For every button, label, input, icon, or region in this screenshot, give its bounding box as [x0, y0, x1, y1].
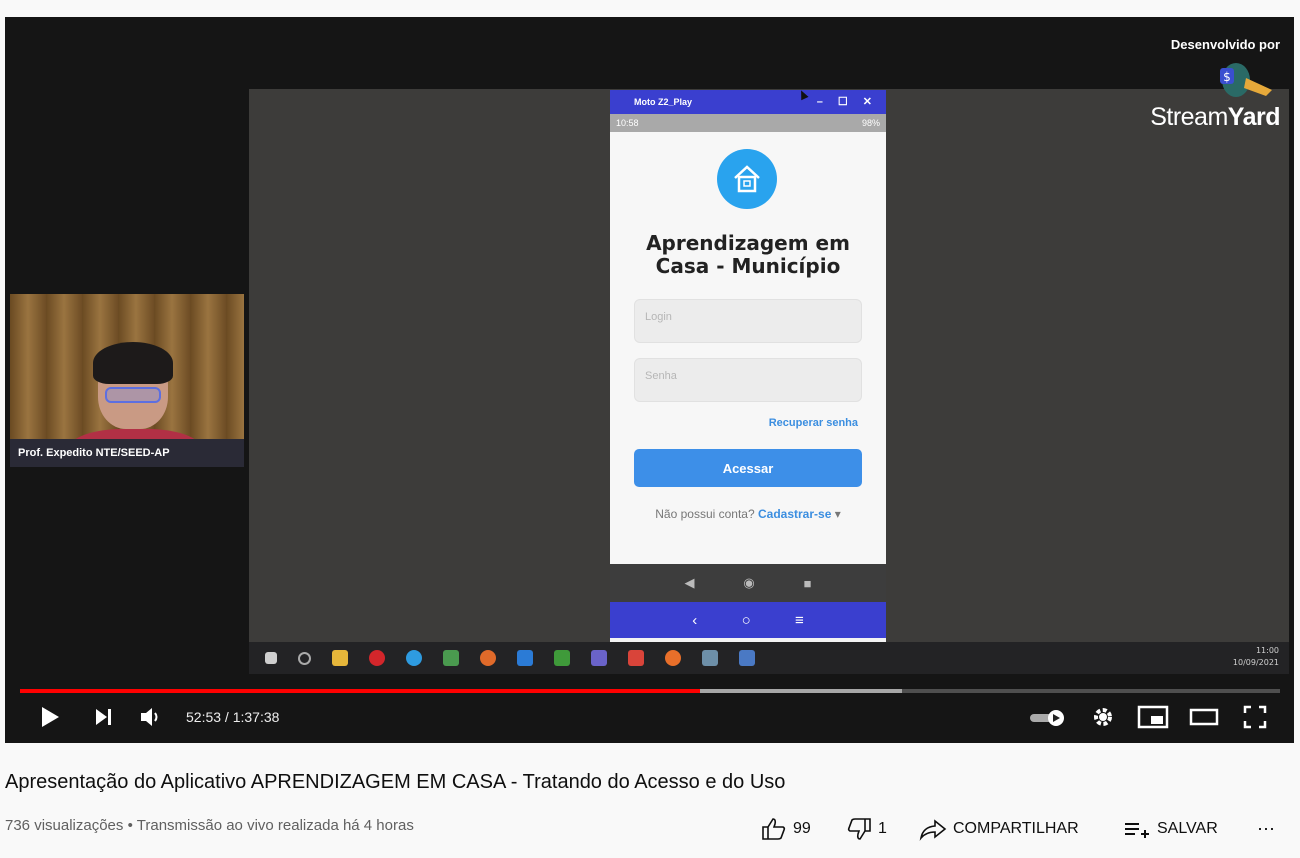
streamyard-duck-icon: $	[1220, 63, 1272, 97]
app-icon-2[interactable]	[665, 650, 681, 666]
file-explorer-icon[interactable]	[332, 650, 348, 666]
thumbs-down-icon	[847, 818, 871, 840]
webcam-feed: Prof. Expedito NTE/SEED-AP	[10, 294, 244, 467]
caret-down-icon: ▾	[834, 507, 841, 521]
miniplayer-icon[interactable]	[1137, 705, 1169, 729]
video-frame[interactable]: Moto Z2_Play – ☐ ✕ 10:58 98% Aprendizage…	[5, 17, 1294, 743]
status-battery: 98%	[861, 118, 880, 128]
windows-taskbar: 11:00 10/09/2021	[249, 642, 1289, 674]
share-label: COMPARTILHAR	[953, 820, 1079, 837]
app-icon-3[interactable]	[702, 650, 718, 666]
glasses	[105, 387, 161, 403]
windows-start-icon[interactable]	[265, 652, 277, 664]
theater-mode-icon[interactable]	[1189, 705, 1219, 729]
dislike-count: 1	[878, 820, 887, 837]
emu-back-icon[interactable]: ‹	[692, 612, 697, 629]
emu-home-icon[interactable]: ○	[742, 612, 751, 629]
save-button[interactable]: SALVAR	[1123, 812, 1218, 846]
video-title: Apresentação do Aplicativo APRENDIZAGEM …	[5, 771, 786, 793]
home-icon[interactable]: ◉	[743, 575, 754, 591]
save-label: SALVAR	[1157, 820, 1218, 837]
login-button[interactable]: Acessar	[634, 449, 862, 487]
signup-link[interactable]: Cadastrar-se	[758, 507, 831, 521]
brand-developed-by: Desenvolvido por	[1170, 37, 1280, 52]
emulator-titlebar: Moto Z2_Play – ☐ ✕	[610, 90, 886, 114]
presenter-name-tag: Prof. Expedito NTE/SEED-AP	[10, 439, 244, 467]
phone-status-bar: 10:58 98%	[610, 114, 886, 132]
playlist-add-icon	[1125, 823, 1149, 838]
video-player[interactable]: Moto Z2_Play – ☐ ✕ 10:58 98% Aprendizage…	[5, 17, 1294, 743]
volume-icon[interactable]	[139, 705, 165, 729]
window-controls-icon: – ☐ ✕	[816, 96, 878, 108]
video-actions: 99 1 COMPARTILHAR SALVAR ⋯	[0, 812, 1300, 846]
brand-name-light: Stream	[1150, 103, 1228, 131]
login-field[interactable]: Login	[634, 299, 862, 343]
share-button[interactable]: COMPARTILHAR	[919, 812, 1079, 846]
like-count: 99	[793, 820, 811, 837]
brand-name: StreamYard	[1150, 103, 1280, 132]
app-icon[interactable]	[628, 650, 644, 666]
signup-row: Não possui conta? Cadastrar-se ▾	[610, 507, 886, 521]
next-icon[interactable]	[93, 705, 115, 729]
brand-name-bold: Yard	[1227, 103, 1281, 131]
signup-prompt: Não possui conta?	[655, 507, 755, 521]
more-actions-icon[interactable]: ⋯	[1257, 812, 1276, 846]
app-title-line2: Casa - Município	[655, 254, 841, 278]
autoplay-toggle-icon[interactable]	[1029, 709, 1067, 727]
fullscreen-icon[interactable]	[1243, 705, 1267, 729]
settings-gear-icon[interactable]	[1091, 705, 1115, 729]
house-icon	[717, 149, 777, 209]
password-field[interactable]: Senha	[634, 358, 862, 402]
search-icon[interactable]	[298, 651, 311, 665]
status-time: 10:58	[616, 118, 639, 128]
play-icon[interactable]	[39, 705, 61, 729]
svg-text:$: $	[1223, 70, 1231, 84]
app-icon-4[interactable]	[739, 650, 755, 666]
dislike-button[interactable]: 1	[846, 812, 887, 846]
taskbar-clock: 11:00 10/09/2021	[1233, 645, 1279, 669]
clock-time: 11:00	[1255, 646, 1279, 655]
progress-bar[interactable]	[20, 689, 1280, 693]
emulator-nav-bar: ‹ ○ ≡	[610, 602, 886, 638]
excel-icon[interactable]	[554, 650, 570, 666]
app-title-line1: Aprendizagem em	[646, 231, 850, 255]
like-button[interactable]: 99	[761, 812, 811, 846]
app-screen: Aprendizagem em Casa - Município Login S…	[610, 132, 886, 564]
edge-icon[interactable]	[406, 650, 422, 666]
progress-played	[20, 689, 701, 693]
android-emulator: Moto Z2_Play – ☐ ✕ 10:58 98% Aprendizage…	[610, 90, 886, 642]
share-icon	[919, 819, 947, 841]
recents-icon[interactable]: ■	[804, 576, 812, 591]
chrome-icon[interactable]	[443, 650, 459, 666]
emulator-title: Moto Z2_Play	[634, 97, 693, 107]
firefox-icon[interactable]	[480, 650, 496, 666]
person-hair	[93, 342, 173, 384]
opera-icon[interactable]	[369, 650, 385, 666]
time-display: 52:53 / 1:37:38	[186, 709, 280, 725]
phone-nav-bar: ◀ ◉ ■	[610, 564, 886, 602]
emu-menu-icon[interactable]: ≡	[795, 612, 804, 629]
app-title: Aprendizagem em Casa - Município	[610, 232, 886, 278]
back-icon[interactable]: ◀	[684, 575, 694, 591]
streamyard-brand: Desenvolvido por $ StreamYard	[1150, 37, 1280, 132]
recover-password-link[interactable]: Recuperar senha	[769, 417, 858, 429]
vscode-icon[interactable]	[517, 650, 533, 666]
teams-icon[interactable]	[591, 650, 607, 666]
player-controls: 52:53 / 1:37:38	[5, 697, 1294, 739]
thumbs-up-icon	[762, 818, 786, 840]
clock-date: 10/09/2021	[1232, 658, 1279, 667]
